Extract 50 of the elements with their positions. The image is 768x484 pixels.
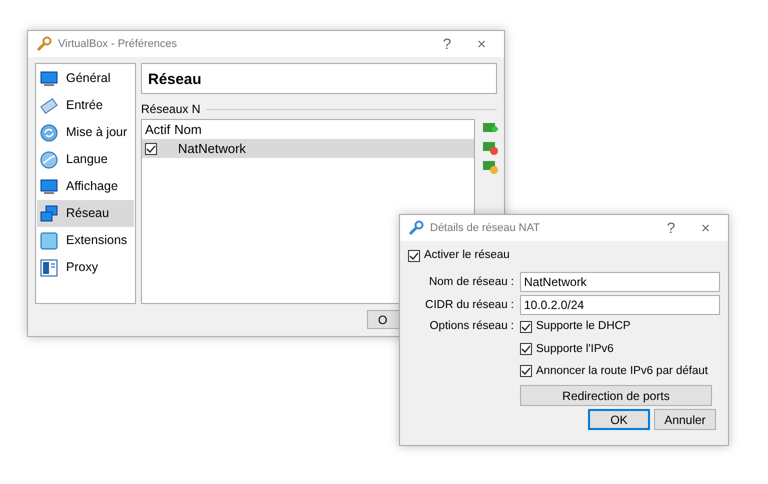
close-button[interactable]: × [467, 36, 496, 52]
field-label: Nom de réseau : [428, 274, 515, 290]
check-icon [146, 144, 156, 154]
close-button[interactable]: × [691, 220, 720, 236]
edit-network-icon[interactable] [482, 159, 498, 175]
table-row[interactable]: NatNetwork [142, 139, 474, 158]
monitor-icon [40, 70, 58, 88]
port-forwarding-button[interactable]: Redirection de ports [520, 385, 712, 406]
column-header: Actif [145, 120, 170, 139]
field-label: Options réseau : [428, 319, 515, 334]
checkbox-label: Supporte le DHCP [536, 319, 631, 334]
checkbox[interactable] [408, 250, 420, 262]
sidebar-item[interactable]: Langue [37, 146, 134, 173]
input-field[interactable]: NatNetwork [520, 272, 720, 292]
checkbox[interactable] [520, 343, 532, 356]
checkbox-label: Activer le réseau [424, 248, 510, 263]
dialog-button[interactable]: OK [588, 409, 650, 430]
dialog-button[interactable]: Annuler [654, 409, 716, 430]
sidebar-item[interactable]: Réseau [37, 200, 134, 227]
check-icon [521, 344, 531, 354]
check-icon [521, 322, 531, 332]
sidebar-item[interactable]: Mise à jour [37, 119, 134, 146]
sidebar-item[interactable]: Proxy [37, 254, 134, 281]
group-label: Réseaux N [141, 101, 200, 118]
column-header: Nom [174, 120, 202, 139]
check-icon [521, 366, 531, 376]
window-title: Détails de réseau NAT [430, 220, 541, 236]
extension-icon [40, 232, 58, 250]
help-button[interactable]: ? [656, 220, 686, 236]
checkbox[interactable] [520, 320, 532, 333]
remove-network-icon[interactable] [482, 140, 498, 156]
checkbox-label: Supporte l'IPv6 [536, 342, 614, 356]
help-button[interactable]: ? [432, 36, 462, 52]
monitor-icon [40, 178, 58, 196]
checkbox[interactable] [520, 365, 532, 378]
network-icon [40, 204, 58, 222]
proxy-icon [40, 258, 58, 276]
update-icon [40, 124, 58, 142]
field-label: CIDR du réseau : [424, 298, 515, 313]
sidebar-item[interactable]: Affichage [37, 173, 134, 200]
check-icon [409, 250, 419, 261]
sidebar-item[interactable]: Entrée [37, 92, 134, 119]
checkbox-label: Annoncer la route IPv6 par défaut [536, 364, 708, 379]
sidebar-item[interactable]: Extensions [37, 227, 134, 254]
page-title: Réseau [141, 63, 497, 94]
globe-icon [40, 150, 58, 168]
window-title: VirtualBox - Préférences [58, 36, 178, 52]
input-field[interactable]: 10.0.2.0/24 [520, 295, 720, 316]
checkbox[interactable] [145, 142, 157, 154]
sidebar-item[interactable]: Général [37, 65, 134, 92]
